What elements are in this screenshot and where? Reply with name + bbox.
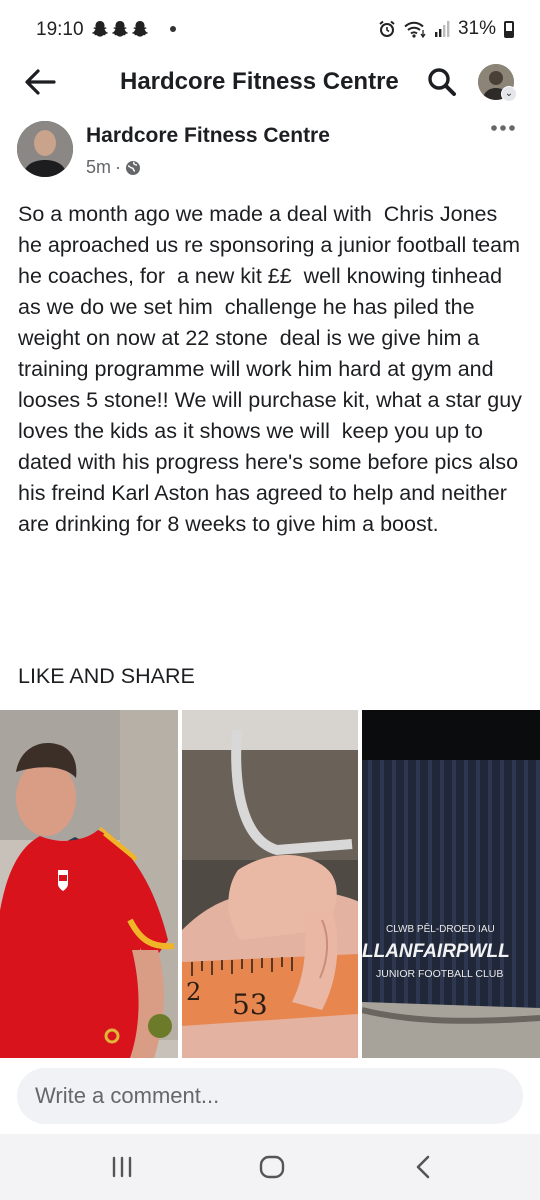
photo-tape-measure[interactable]: 53 2 — [182, 710, 358, 1058]
photo-beanie[interactable]: CLWB PÊL-DROED IAU LLANFAIRPWLL JUNIOR F… — [362, 710, 540, 1058]
status-time: 19:10 — [36, 19, 84, 40]
comment-input[interactable]: Write a comment... — [17, 1068, 523, 1124]
tape-number: 53 — [232, 988, 268, 1021]
signal-icon — [434, 21, 450, 37]
search-icon[interactable] — [426, 66, 458, 98]
tape-number-partial: 2 — [186, 978, 201, 1006]
photo-image — [0, 710, 178, 1058]
beanie-text-line3: JUNIOR FOOTBALL CLUB — [376, 968, 503, 980]
beanie-text-line1: CLWB PÊL-DROED IAU — [386, 922, 495, 935]
post-author-name[interactable]: Hardcore Fitness Centre — [86, 124, 330, 148]
status-bar: 19:10 31% — [0, 0, 540, 56]
dot-icon — [170, 26, 176, 32]
wifi-icon — [404, 21, 426, 38]
battery-icon — [504, 20, 514, 38]
status-right: 31% — [378, 18, 514, 40]
nav-back-icon[interactable] — [404, 1152, 444, 1182]
notification-icons — [92, 20, 148, 38]
page-title: Hardcore Fitness Centre — [120, 68, 399, 95]
post-author-avatar[interactable] — [17, 121, 73, 177]
post-call-to-action: LIKE AND SHARE — [18, 664, 195, 688]
battery-percent: 31% — [457, 18, 496, 39]
post-meta: 5m · — [86, 157, 141, 178]
system-nav-bar — [0, 1134, 540, 1200]
meta-separator: · — [115, 157, 122, 177]
more-options-icon[interactable] — [488, 118, 518, 138]
avatar-image — [17, 121, 73, 177]
alarm-icon — [379, 20, 395, 37]
photo-image: CLWB PÊL-DROED IAU LLANFAIRPWLL JUNIOR F… — [362, 710, 540, 1058]
post-time[interactable]: 5m — [86, 157, 111, 178]
snapchat-icon — [92, 21, 108, 37]
home-icon[interactable] — [252, 1152, 292, 1182]
post-text: So a month ago we made a deal with Chris… — [18, 202, 531, 536]
chevron-down-icon[interactable]: ⌄ — [501, 86, 517, 102]
snapchat-icon — [132, 21, 148, 37]
globe-icon — [126, 160, 141, 175]
photo-man-red-shirt[interactable] — [0, 710, 178, 1058]
photo-image: 53 2 — [182, 710, 358, 1058]
snapchat-icon — [112, 21, 128, 37]
recent-apps-icon[interactable] — [102, 1152, 142, 1182]
back-arrow-icon[interactable] — [22, 66, 58, 98]
app-header: Hardcore Fitness Centre ⌄ — [0, 56, 540, 108]
beanie-text-line2: LLANFAIRPWLL — [362, 941, 510, 962]
